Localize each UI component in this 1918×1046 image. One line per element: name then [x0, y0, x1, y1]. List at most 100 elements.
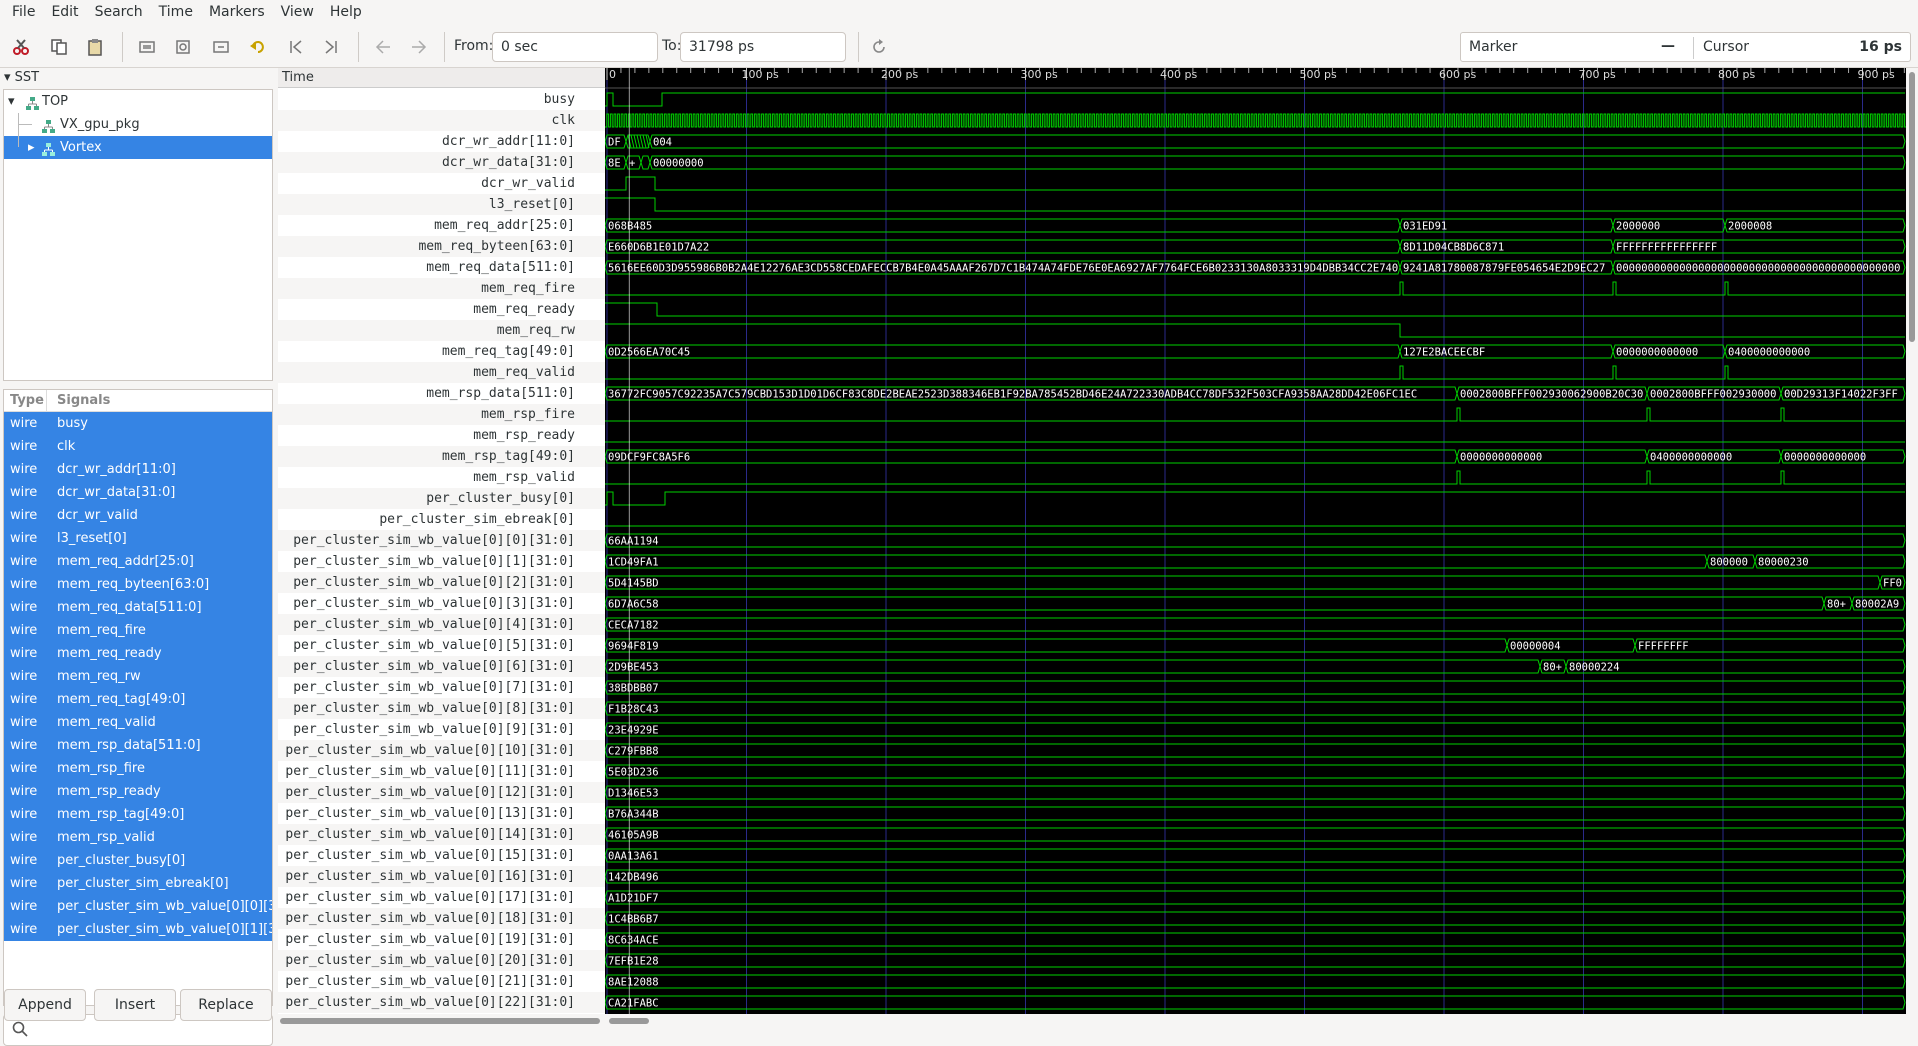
- menu-edit[interactable]: Edit: [43, 0, 86, 24]
- append-button[interactable]: Append: [4, 989, 86, 1021]
- cut-icon[interactable]: [8, 34, 34, 60]
- wave-signal-name[interactable]: mem_rsp_tag[49:0]: [278, 446, 605, 467]
- signal-list-row[interactable]: wire mem_req_byteen[63:0]: [4, 573, 272, 596]
- wave-signal-name[interactable]: per_cluster_sim_wb_value[0][15][31:0]: [278, 845, 605, 866]
- wave-signal-name[interactable]: per_cluster_sim_wb_value[0][11][31:0]: [278, 761, 605, 782]
- wave-signal-name[interactable]: per_cluster_sim_wb_value[0][22][31:0]: [278, 992, 605, 1013]
- scroll-thumb[interactable]: [609, 1018, 649, 1024]
- to-field[interactable]: 31798 ps: [680, 32, 846, 62]
- wave-signal-name[interactable]: per_cluster_sim_wb_value[0][4][31:0]: [278, 614, 605, 635]
- signal-list-row[interactable]: wire mem_rsp_ready: [4, 780, 272, 803]
- select-all-icon[interactable]: [134, 34, 160, 60]
- wave-signal-name[interactable]: per_cluster_sim_wb_value[0][6][31:0]: [278, 656, 605, 677]
- signal-list-row[interactable]: wire busy: [4, 412, 272, 435]
- signal-list-row[interactable]: wire mem_req_ready: [4, 642, 272, 665]
- wave-signal-name[interactable]: mem_req_addr[25:0]: [278, 215, 605, 236]
- signal-list-row[interactable]: wire mem_rsp_fire: [4, 757, 272, 780]
- wave-signal-name[interactable]: per_cluster_sim_wb_value[0][0][31:0]: [278, 530, 605, 551]
- wave-signal-name[interactable]: mem_rsp_data[511:0]: [278, 383, 605, 404]
- tree-item-vortex[interactable]: ▸ Vortex: [4, 136, 272, 159]
- replace-button[interactable]: Replace: [180, 989, 272, 1021]
- wave-signal-name[interactable]: per_cluster_sim_wb_value[0][5][31:0]: [278, 635, 605, 656]
- paste-icon[interactable]: [82, 34, 108, 60]
- prev-edge-icon[interactable]: [370, 34, 396, 60]
- wave-signal-name[interactable]: per_cluster_sim_wb_value[0][17][31:0]: [278, 887, 605, 908]
- wave-signal-name[interactable]: l3_reset[0]: [278, 194, 605, 215]
- wave-signal-name[interactable]: mem_req_byteen[63:0]: [278, 236, 605, 257]
- menu-markers[interactable]: Markers: [201, 0, 273, 24]
- wave-signal-name[interactable]: mem_req_fire: [278, 278, 605, 299]
- signal-list-row[interactable]: wire mem_req_fire: [4, 619, 272, 642]
- signal-list-row[interactable]: wire per_cluster_sim_wb_value[0][1][3: [4, 918, 272, 941]
- signal-list-row[interactable]: wire mem_req_addr[25:0]: [4, 550, 272, 573]
- wave-signal-name[interactable]: per_cluster_sim_wb_value[0][14][31:0]: [278, 824, 605, 845]
- reload-icon[interactable]: [866, 34, 892, 60]
- menu-search[interactable]: Search: [87, 0, 151, 24]
- wave-signal-name[interactable]: per_cluster_sim_wb_value[0][9][31:0]: [278, 719, 605, 740]
- wave-signal-name[interactable]: mem_rsp_ready: [278, 425, 605, 446]
- signal-list-row[interactable]: wire per_cluster_sim_wb_value[0][0][3: [4, 895, 272, 918]
- wave-signal-name[interactable]: busy: [278, 89, 605, 110]
- wave-signal-name[interactable]: mem_req_tag[49:0]: [278, 341, 605, 362]
- waveform-horizontal-scrollbar[interactable]: [605, 1014, 1918, 1027]
- wave-signal-name[interactable]: per_cluster_busy[0]: [278, 488, 605, 509]
- names-horizontal-scrollbar[interactable]: [278, 1014, 605, 1027]
- wave-signal-name[interactable]: per_cluster_sim_ebreak[0]: [278, 509, 605, 530]
- tree-item-top[interactable]: ▾ TOP: [4, 90, 272, 113]
- scroll-thumb[interactable]: [1909, 72, 1915, 342]
- wave-signal-name[interactable]: per_cluster_sim_wb_value[0][7][31:0]: [278, 677, 605, 698]
- expander-down-icon[interactable]: ▾: [8, 90, 15, 113]
- signal-list-row[interactable]: wire mem_req_data[511:0]: [4, 596, 272, 619]
- zoom-fit-icon[interactable]: [170, 34, 196, 60]
- wave-signal-name[interactable]: per_cluster_sim_wb_value[0][18][31:0]: [278, 908, 605, 929]
- wave-signal-name[interactable]: per_cluster_sim_wb_value[0][2][31:0]: [278, 572, 605, 593]
- sst-header[interactable]: ▾ SST: [0, 68, 275, 88]
- menu-file[interactable]: File: [4, 0, 43, 24]
- tree-item-vx-gpu-pkg[interactable]: VX_gpu_pkg: [4, 113, 272, 136]
- wave-signal-name[interactable]: per_cluster_sim_wb_value[0][10][31:0]: [278, 740, 605, 761]
- wave-signal-name[interactable]: clk: [278, 110, 605, 131]
- menu-time[interactable]: Time: [151, 0, 201, 24]
- wave-signal-name[interactable]: per_cluster_sim_wb_value[0][16][31:0]: [278, 866, 605, 887]
- signal-list-row[interactable]: wire per_cluster_sim_ebreak[0]: [4, 872, 272, 895]
- expander-right-icon[interactable]: ▸: [28, 136, 35, 159]
- wave-signal-name[interactable]: mem_req_data[511:0]: [278, 257, 605, 278]
- jump-start-icon[interactable]: [283, 34, 309, 60]
- menu-view[interactable]: View: [273, 0, 322, 24]
- insert-button[interactable]: Insert: [94, 989, 176, 1021]
- menu-help[interactable]: Help: [322, 0, 370, 24]
- signal-list-row[interactable]: wire dcr_wr_addr[11:0]: [4, 458, 272, 481]
- scroll-thumb[interactable]: [280, 1018, 600, 1024]
- waveform-vertical-scrollbar[interactable]: [1906, 68, 1918, 1014]
- signal-list-row[interactable]: wire mem_rsp_tag[49:0]: [4, 803, 272, 826]
- wave-signal-name[interactable]: per_cluster_sim_wb_value[0][1][31:0]: [278, 551, 605, 572]
- from-field[interactable]: 0 sec: [492, 32, 658, 62]
- waveform-canvas[interactable]: 0 100 ps 200 ps 300 ps 400 ps 500 ps 600 ps 700…: [605, 68, 1906, 1014]
- wave-signal-name[interactable]: mem_rsp_fire: [278, 404, 605, 425]
- copy-icon[interactable]: [46, 34, 72, 60]
- jump-end-icon[interactable]: [318, 34, 344, 60]
- wave-signal-name[interactable]: per_cluster_sim_wb_value[0][13][31:0]: [278, 803, 605, 824]
- signal-list-row[interactable]: wire mem_req_valid: [4, 711, 272, 734]
- signal-list-row[interactable]: wire mem_rsp_data[511:0]: [4, 734, 272, 757]
- signal-list-row[interactable]: wire mem_rsp_valid: [4, 826, 272, 849]
- signal-list-row[interactable]: wire dcr_wr_data[31:0]: [4, 481, 272, 504]
- wave-signal-name[interactable]: per_cluster_sim_wb_value[0][19][31:0]: [278, 929, 605, 950]
- signal-list-row[interactable]: wire dcr_wr_valid: [4, 504, 272, 527]
- waveform-pane[interactable]: 0 100 ps 200 ps 300 ps 400 ps 500 ps 600 ps 700…: [605, 68, 1906, 1014]
- wave-signal-name[interactable]: mem_rsp_valid: [278, 467, 605, 488]
- wave-signal-name[interactable]: dcr_wr_valid: [278, 173, 605, 194]
- zoom-out-icon[interactable]: [208, 34, 234, 60]
- wave-signal-name[interactable]: mem_req_valid: [278, 362, 605, 383]
- signal-list-row[interactable]: wire mem_req_tag[49:0]: [4, 688, 272, 711]
- signal-list-row[interactable]: wire mem_req_rw: [4, 665, 272, 688]
- wave-signal-name[interactable]: per_cluster_sim_wb_value[0][8][31:0]: [278, 698, 605, 719]
- column-signals-header[interactable]: Signals: [57, 393, 110, 408]
- wave-signal-name[interactable]: dcr_wr_data[31:0]: [278, 152, 605, 173]
- wave-signal-name[interactable]: mem_req_rw: [278, 320, 605, 341]
- wave-signal-name[interactable]: per_cluster_sim_wb_value[0][20][31:0]: [278, 950, 605, 971]
- wave-signal-name[interactable]: per_cluster_sim_wb_value[0][3][31:0]: [278, 593, 605, 614]
- undo-icon[interactable]: [245, 34, 271, 60]
- column-type-header[interactable]: Type: [10, 393, 44, 408]
- wave-signal-name[interactable]: mem_req_ready: [278, 299, 605, 320]
